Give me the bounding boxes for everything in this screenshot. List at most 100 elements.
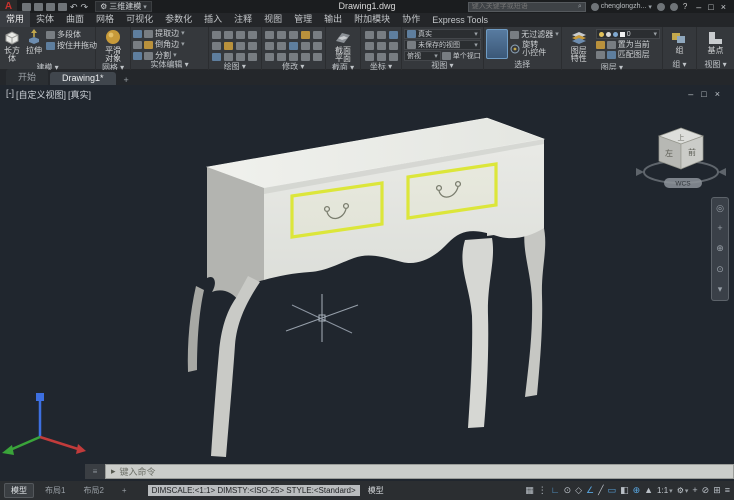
donut-icon[interactable] xyxy=(248,53,257,61)
mirror-icon[interactable] xyxy=(277,42,286,50)
help-icon[interactable]: ? xyxy=(683,2,687,11)
plot-icon[interactable] xyxy=(58,3,67,11)
viewport-menu-button[interactable]: [-] xyxy=(6,88,14,101)
break-icon[interactable] xyxy=(301,53,310,61)
table-back-left-leg[interactable] xyxy=(188,286,204,372)
viewcube-left-face[interactable]: 左 xyxy=(665,148,673,158)
array-icon[interactable] xyxy=(313,31,322,39)
base-point-button[interactable]: 基点 xyxy=(700,28,730,55)
rotate-icon[interactable] xyxy=(277,31,286,39)
ellipse-icon[interactable] xyxy=(224,42,233,50)
offset-icon[interactable] xyxy=(313,42,322,50)
layout2-tab[interactable]: 布局2 xyxy=(76,483,110,498)
new-file-icon[interactable] xyxy=(22,3,31,11)
tab-solid[interactable]: 实体 xyxy=(30,11,60,27)
explode-icon[interactable] xyxy=(277,53,286,61)
arc-icon[interactable] xyxy=(248,31,257,39)
selection-cycling-button[interactable] xyxy=(486,29,508,59)
navbar-more-icon[interactable]: ▾ xyxy=(718,284,723,295)
group-button[interactable]: 组 xyxy=(665,28,694,55)
table-back-right-leg[interactable] xyxy=(524,218,545,397)
osnap-icon[interactable]: ╱ xyxy=(598,482,603,499)
copy-icon[interactable] xyxy=(265,42,274,50)
view-orientation-dropdown[interactable]: 俯视▾ xyxy=(404,51,441,61)
annotation-monitor-icon[interactable]: + xyxy=(692,482,697,499)
tab-mesh[interactable]: 网格 xyxy=(90,11,120,27)
tab-home[interactable]: 常用 xyxy=(0,11,30,27)
circle-icon[interactable] xyxy=(236,31,245,39)
layout1-tab[interactable]: 布局1 xyxy=(38,483,72,498)
visual-style-dropdown[interactable]: 真实▾ xyxy=(404,29,481,39)
zoom-icon[interactable]: ⊕ xyxy=(716,243,724,254)
osnap-tracking-icon[interactable]: ∠ xyxy=(586,482,594,499)
stretch-icon[interactable] xyxy=(301,42,310,50)
command-line-grip[interactable]: ≡ xyxy=(85,464,105,479)
new-drawing-button[interactable]: + xyxy=(118,75,135,85)
tab-insert[interactable]: 插入 xyxy=(198,11,228,27)
search-input[interactable] xyxy=(472,3,575,10)
isolate-objects-icon[interactable]: ⊘ xyxy=(702,482,710,499)
helix-icon[interactable] xyxy=(236,53,245,61)
view-control-button[interactable]: [自定义视图] xyxy=(16,88,66,101)
region-icon[interactable] xyxy=(224,53,233,61)
erase-icon[interactable] xyxy=(265,53,274,61)
point-icon[interactable] xyxy=(212,53,221,61)
viewport-config-button[interactable]: 单个视口 xyxy=(442,51,481,61)
search-icon[interactable]: ⌕ xyxy=(578,3,582,11)
visual-style-control-button[interactable]: [真实] xyxy=(68,88,91,101)
cloud-icon[interactable] xyxy=(657,3,665,11)
extrude-button[interactable]: 拉伸 xyxy=(24,28,44,55)
navigation-wheel-icon[interactable]: ◎ xyxy=(716,203,724,214)
minimize-button[interactable]: – xyxy=(696,2,701,12)
match-layer-button[interactable]: 匹配图层 xyxy=(596,50,660,59)
polar-tracking-icon[interactable]: ⊙ xyxy=(564,482,572,499)
save-icon[interactable] xyxy=(46,3,55,11)
model-space-toggle[interactable]: 模型 xyxy=(368,485,384,496)
help-search[interactable]: ⌕ xyxy=(468,2,586,12)
open-file-icon[interactable] xyxy=(34,3,43,11)
join-icon[interactable] xyxy=(313,53,322,61)
maximize-button[interactable]: □ xyxy=(708,2,713,12)
tab-parametric[interactable]: 参数化 xyxy=(159,11,198,27)
trim-icon[interactable] xyxy=(289,31,298,39)
gizmo-dropdown[interactable]: 旋转小控件 xyxy=(510,41,559,57)
redo-icon[interactable]: ↷ xyxy=(81,3,89,11)
tab-manage[interactable]: 管理 xyxy=(288,11,318,27)
panel-label-groups[interactable]: 组 ▾ xyxy=(665,60,694,70)
viewport-minimize-button[interactable]: – xyxy=(688,89,693,99)
polysolid-button[interactable]: 多段体 xyxy=(46,30,97,39)
isodraft-icon[interactable]: ◇ xyxy=(575,482,582,499)
table-front-left-leg[interactable] xyxy=(211,276,260,457)
ucs-face-icon[interactable] xyxy=(389,42,398,50)
workspace-gear-dropdown[interactable]: ⚙▾ xyxy=(677,486,689,495)
align-icon[interactable] xyxy=(289,53,298,61)
ucs-3point-icon[interactable] xyxy=(365,53,374,61)
tab-output[interactable]: 输出 xyxy=(318,11,348,27)
tab-express-tools[interactable]: Express Tools xyxy=(426,14,494,27)
file-tab-drawing1[interactable]: Drawing1* xyxy=(50,72,116,85)
grid-toggle-icon[interactable]: ▦ xyxy=(525,482,534,499)
presspull-button[interactable]: 按住并拖动 xyxy=(46,41,97,50)
make-current-button[interactable]: 置为当前 xyxy=(596,40,660,49)
ucs-origin-icon[interactable] xyxy=(389,31,398,39)
lineweight-icon[interactable]: ▭ xyxy=(608,482,617,499)
viewport-close-button[interactable]: × xyxy=(715,89,720,99)
selection-cycling-icon[interactable]: ⊕ xyxy=(633,482,641,499)
layer-dropdown[interactable]: 0 ▾ xyxy=(596,29,660,39)
extract-edges-button[interactable]: 提取边▾ xyxy=(133,29,185,38)
ucs-z-icon[interactable] xyxy=(365,42,374,50)
annotation-scale-dropdown[interactable]: 1:1▾ xyxy=(657,486,673,495)
panel-label-view-right[interactable]: 视图 ▾ xyxy=(699,60,732,70)
section-plane-button[interactable]: 截面 平面 xyxy=(328,28,358,63)
table-front-right-leg[interactable] xyxy=(462,238,493,428)
ucs-view-icon[interactable] xyxy=(377,42,386,50)
ucs-named-icon[interactable] xyxy=(377,53,386,61)
separate-button[interactable]: 分割▾ xyxy=(133,51,185,60)
dynamic-ucs-icon[interactable]: ▲ xyxy=(644,482,653,499)
clean-screen-icon[interactable]: ⊞ xyxy=(713,482,721,499)
selection-filter-dropdown[interactable]: 无过滤器▾ xyxy=(510,30,559,39)
panel-label-selection[interactable]: 选择 xyxy=(486,60,559,70)
undo-icon[interactable]: ↶ xyxy=(70,3,78,11)
drawing-canvas[interactable]: 上 左 前 WCS [-] [自定义视图] [真实] – □ × ◎ + ⊕ ⊙… xyxy=(0,85,734,462)
add-layout-button[interactable]: + xyxy=(115,484,134,497)
